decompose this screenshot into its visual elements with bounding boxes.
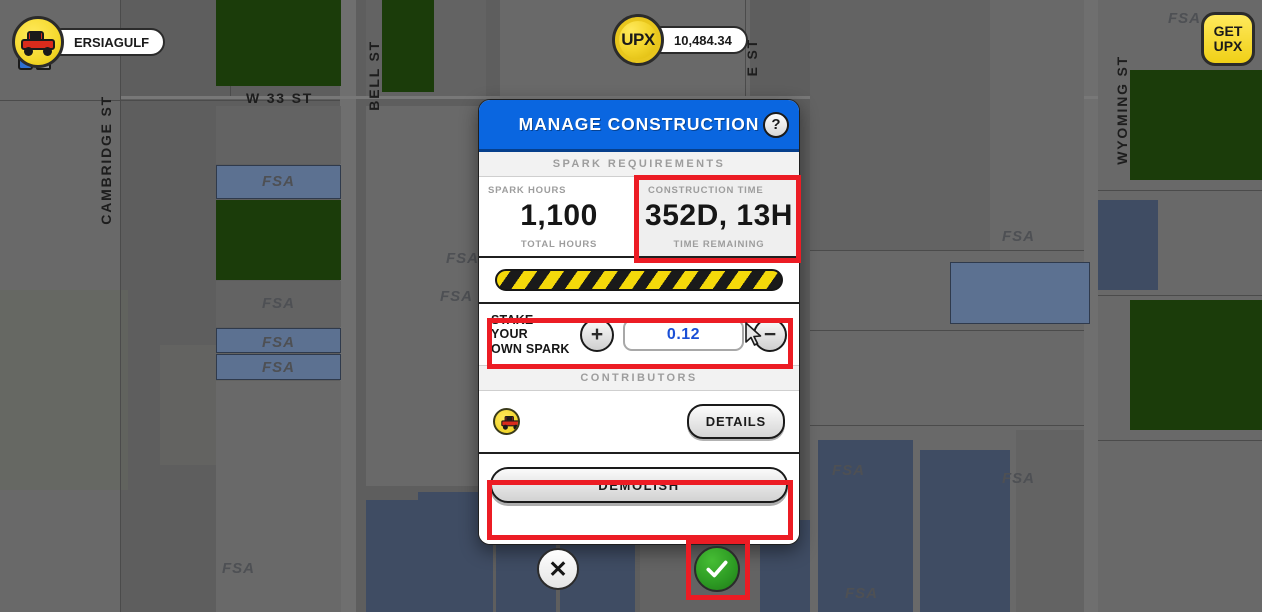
map-parcel-fsa[interactable] (366, 500, 426, 612)
progress-bar-container (479, 258, 799, 304)
parcel-label: FSA (1002, 470, 1035, 487)
confirm-button[interactable] (694, 546, 740, 592)
parcel-divider (1098, 295, 1262, 296)
parcel-label: FSA (440, 288, 473, 305)
stat-caption-top: CONSTRUCTION TIME (648, 185, 764, 196)
game-screen: FSA FSA FSA FSA FSA FSA FSA FSA FSA FSA … (0, 0, 1262, 612)
stake-increment-button[interactable]: + (580, 317, 614, 352)
parcel-label: FSA (832, 462, 865, 479)
question-mark-icon[interactable]: ? (763, 111, 789, 138)
section-header-spark-requirements: SPARK REQUIREMENTS (479, 152, 799, 177)
stake-label-line2: OWN SPARK (491, 341, 570, 356)
map-parcel (1016, 430, 1084, 612)
map-parcel-green (382, 0, 434, 92)
map-parcel (216, 381, 341, 612)
parcel-label: FSA (222, 560, 255, 577)
stat-caption-top: SPARK HOURS (488, 185, 567, 196)
parcel-divider (810, 250, 1084, 251)
parcel-divider (120, 0, 121, 612)
get-upx-line2: UPX (1213, 38, 1243, 54)
checkmark-icon (706, 560, 728, 578)
construction-progress-bar (495, 269, 783, 291)
demolish-container: DEMOLISH (479, 454, 799, 517)
parcel-label: FSA (1168, 10, 1201, 27)
get-upx-button[interactable]: GET UPX (1201, 12, 1255, 66)
stat-construction-time: CONSTRUCTION TIME 352D, 13H TIME REMAINI… (639, 177, 799, 256)
upx-coin-icon: UPX (612, 14, 664, 66)
map-parcel-fsa[interactable] (950, 262, 1090, 324)
dialog-footer (479, 516, 799, 545)
map-parcel (0, 290, 128, 490)
contributor-row: DETAILS (479, 391, 799, 455)
details-button[interactable]: DETAILS (686, 404, 785, 440)
contributor-car-avatar-icon (493, 408, 520, 436)
mouse-cursor-icon (745, 322, 762, 346)
map-parcel (216, 106, 341, 164)
player-badge[interactable]: ERSIAGULF (12, 16, 166, 68)
parcel-label: FSA (262, 334, 295, 351)
stake-value-input[interactable]: 0.12 (623, 318, 744, 351)
get-upx-line1: GET (1213, 23, 1243, 40)
parcel-label: FSA (845, 585, 878, 602)
parcel-divider (1098, 440, 1262, 441)
parcel-divider (1098, 190, 1262, 191)
stat-value: 1,100 (520, 199, 598, 232)
street-label-bell: BELL ST (366, 40, 382, 111)
player-name: ERSIAGULF (48, 28, 166, 56)
dialog-header: MANAGE CONSTRUCTION ? (479, 100, 799, 152)
street-label-w33: W 33 ST (246, 90, 314, 106)
parcel-label: FSA (1002, 228, 1035, 245)
road-vertical (340, 0, 356, 612)
car-avatar-icon (12, 16, 64, 68)
stat-caption-bottom: TIME REMAINING (673, 239, 765, 250)
stat-caption-bottom: TOTAL HOURS (520, 239, 598, 250)
map-parcel-fsa[interactable] (920, 450, 1010, 612)
parcel-label: FSA (446, 250, 479, 267)
map-parcel-green (1130, 300, 1262, 430)
parcel-label: FSA (262, 295, 295, 312)
dialog-title: MANAGE CONSTRUCTION (518, 114, 760, 134)
stats-row: SPARK HOURS 1,100 TOTAL HOURS CONSTRUCTI… (479, 177, 799, 258)
street-label-cambridge: CAMBRIDGE ST (98, 95, 114, 225)
stake-label-line1: STAKE YOUR (491, 313, 534, 342)
map-parcel-green (216, 0, 341, 86)
stat-value: 352D, 13H (645, 199, 793, 232)
map-parcel-green (1130, 70, 1262, 180)
close-button[interactable]: ✕ (537, 548, 579, 590)
stake-label: STAKE YOUR OWN SPARK (491, 313, 571, 356)
currency-display[interactable]: UPX 10,484.34 (612, 14, 748, 66)
street-label-wyoming: WYOMING ST (1114, 55, 1130, 165)
demolish-button[interactable]: DEMOLISH (490, 467, 788, 504)
stat-spark-hours: SPARK HOURS 1,100 TOTAL HOURS (479, 177, 639, 256)
parcel-divider (810, 330, 1084, 331)
section-header-contributors: CONTRIBUTORS (479, 366, 799, 392)
map-parcel (810, 0, 990, 250)
map-parcel-fsa[interactable] (1098, 200, 1158, 290)
parcel-divider (810, 425, 1084, 426)
parcel-label: FSA (262, 359, 295, 376)
map-parcel-green (216, 200, 341, 280)
parcel-label: FSA (262, 173, 295, 190)
